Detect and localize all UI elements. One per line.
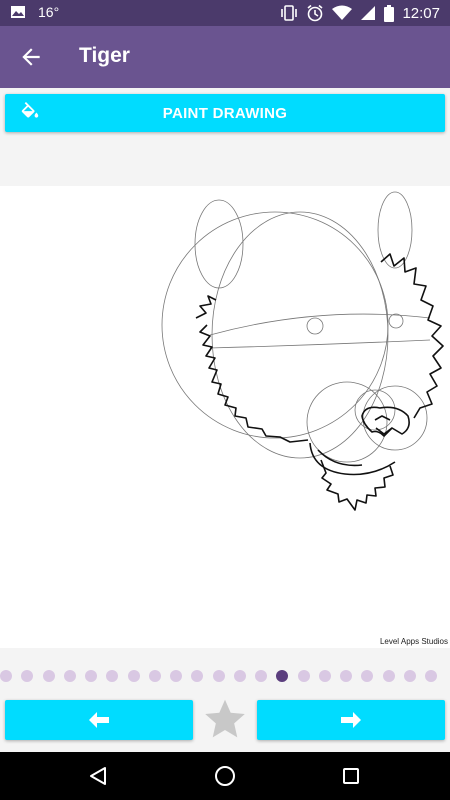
page-title: Tiger [79,44,130,67]
temperature: 16° [38,4,60,20]
wifi-icon [332,5,353,20]
clock: 12:07 [402,4,440,22]
vibrate-icon [281,5,298,21]
step-dot [0,670,12,682]
back-triangle-icon[interactable] [88,766,108,786]
status-bar: 16° 12:07 [0,0,450,26]
image-icon [11,6,25,18]
paint-drawing-button[interactable]: PAINT DRAWING [5,94,445,132]
back-arrow-icon[interactable] [18,44,44,70]
step-dot [63,670,76,682]
step-dot [170,670,182,682]
previous-step-button[interactable] [5,700,193,740]
step-indicator [0,668,450,684]
credit-text: Level Apps Studios [380,637,448,646]
step-dot [318,670,331,682]
step-dot [340,670,352,682]
alarm-icon [307,4,323,22]
step-dot [85,670,97,682]
tiger-sketch: Level Apps Studios [161,191,448,646]
step-dot [148,670,161,682]
step-dot [212,670,225,682]
step-dot [233,670,246,682]
favorite-star-icon[interactable] [203,697,247,741]
drawing-canvas: Level Apps Studios [0,186,450,648]
next-step-button[interactable] [257,700,445,740]
system-navigation-bar [0,752,450,800]
step-dot [255,670,267,682]
step-dot [403,670,416,682]
app-bar: Tiger [0,26,450,88]
signal-icon [361,6,376,20]
step-dot [191,670,204,682]
arrow-left-icon [89,712,109,728]
step-dot-active [276,670,289,682]
step-dot [106,670,119,682]
step-dot [361,670,374,682]
step-dot [425,670,437,682]
paint-drawing-label: PAINT DRAWING [162,104,288,122]
step-dot [382,670,395,682]
arrow-right-icon [341,712,361,728]
home-circle-icon[interactable] [214,765,236,787]
step-dot [42,670,55,682]
recents-square-icon[interactable] [342,767,360,785]
paint-bucket-icon [21,102,39,118]
battery-icon [384,4,395,22]
step-dot [127,670,140,682]
step-dot [297,670,310,682]
step-dot [21,670,34,682]
